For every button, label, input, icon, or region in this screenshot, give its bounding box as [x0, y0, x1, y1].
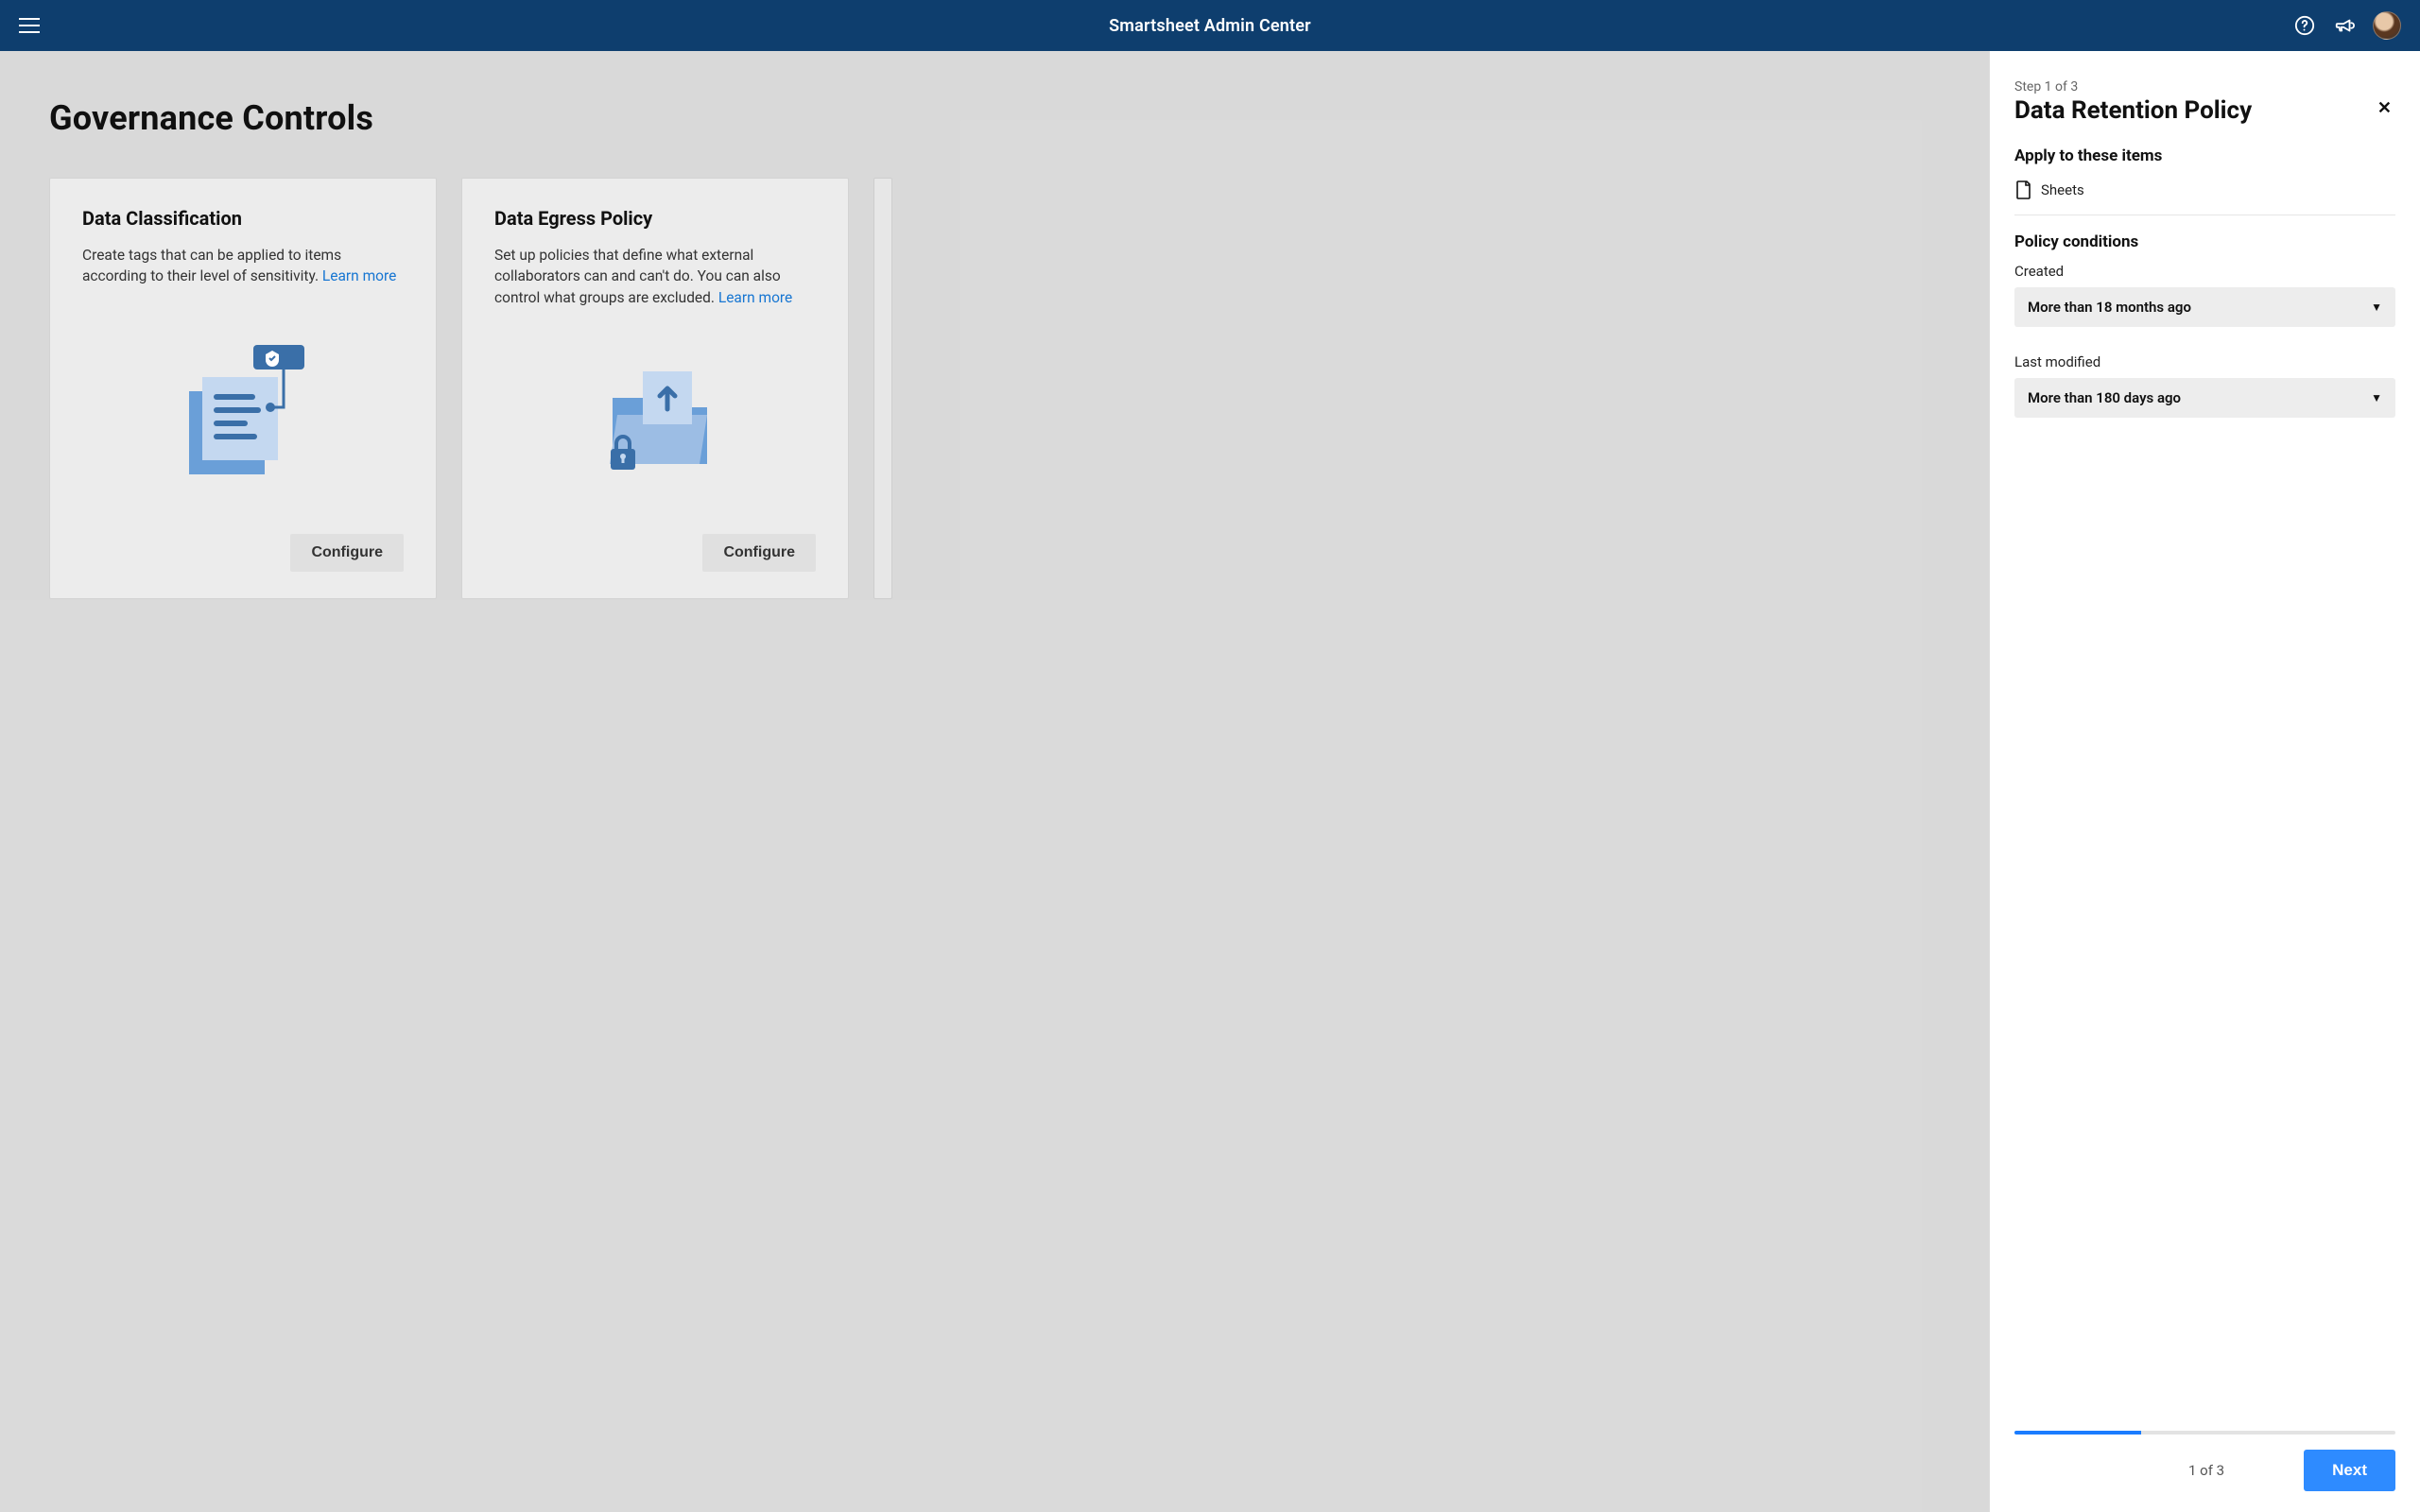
- top-bar: Smartsheet Admin Center: [0, 0, 2420, 51]
- apply-item-label: Sheets: [2041, 181, 2084, 198]
- menu-icon[interactable]: [19, 18, 40, 33]
- app-title: Smartsheet Admin Center: [208, 16, 2212, 36]
- conditions-section-header: Policy conditions: [2014, 232, 2395, 251]
- next-button[interactable]: Next: [2304, 1450, 2395, 1491]
- step-count: 1 of 3: [2109, 1462, 2304, 1479]
- card-data-classification: Data Classification Create tags that can…: [49, 178, 437, 599]
- classification-illustration: [82, 297, 404, 524]
- created-select[interactable]: More than 18 months ago ▼: [2014, 287, 2395, 327]
- apply-item-sheets: Sheets: [2014, 177, 2395, 215]
- sheet-icon: [2016, 180, 2031, 199]
- learn-more-link[interactable]: Learn more: [718, 289, 792, 306]
- egress-illustration: [494, 318, 816, 524]
- card-peek: [873, 178, 892, 599]
- announcement-icon[interactable]: [2333, 14, 2356, 37]
- learn-more-link[interactable]: Learn more: [322, 267, 396, 284]
- close-icon[interactable]: ✕: [2374, 96, 2395, 121]
- help-icon[interactable]: [2293, 14, 2316, 37]
- chevron-down-icon: ▼: [2371, 301, 2382, 314]
- created-select-value: More than 18 months ago: [2028, 299, 2191, 316]
- progress-fill: [2014, 1431, 2141, 1435]
- modified-label: Last modified: [2014, 353, 2395, 370]
- modified-select-value: More than 180 days ago: [2028, 389, 2181, 406]
- side-panel: Step 1 of 3 Data Retention Policy ✕ Appl…: [1989, 51, 2420, 1512]
- card-description: Create tags that can be applied to items…: [82, 245, 404, 287]
- avatar[interactable]: [2373, 11, 2401, 40]
- chevron-down-icon: ▼: [2371, 391, 2382, 404]
- step-indicator: Step 1 of 3: [2014, 79, 2395, 94]
- apply-section-header: Apply to these items: [2014, 146, 2395, 165]
- panel-title: Data Retention Policy: [2014, 96, 2252, 126]
- panel-footer: 1 of 3 Next: [1990, 1419, 2420, 1512]
- card-data-egress: Data Egress Policy Set up policies that …: [461, 178, 849, 599]
- card-title: Data Classification: [82, 207, 404, 230]
- created-label: Created: [2014, 263, 2395, 280]
- card-description: Set up policies that define what externa…: [494, 245, 816, 308]
- main-content: Governance Controls Data Classification …: [0, 51, 2420, 1512]
- configure-button[interactable]: Configure: [702, 534, 816, 572]
- progress-bar: [2014, 1431, 2395, 1435]
- configure-button[interactable]: Configure: [290, 534, 404, 572]
- modified-select[interactable]: More than 180 days ago ▼: [2014, 378, 2395, 418]
- card-title: Data Egress Policy: [494, 207, 816, 230]
